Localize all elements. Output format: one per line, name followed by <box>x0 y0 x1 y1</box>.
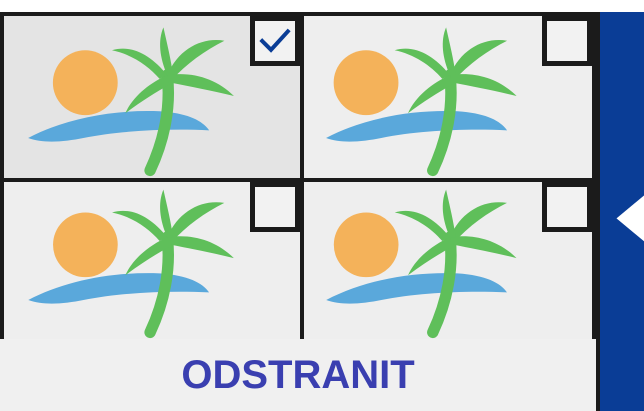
remove-button[interactable]: ODSTRANIT <box>0 339 596 411</box>
select-checkbox-2[interactable] <box>542 16 592 66</box>
photo-tile-4[interactable] <box>300 178 596 343</box>
photo-picker: ODSTRANIT <box>0 0 644 411</box>
side-panel-toggle[interactable] <box>596 12 644 411</box>
photo-tile-1[interactable] <box>0 12 304 182</box>
chevron-left-icon <box>616 195 644 242</box>
select-checkbox-3[interactable] <box>250 182 300 232</box>
checkmark-icon <box>259 28 291 53</box>
photo-tile-3[interactable] <box>0 178 304 343</box>
photo-tile-2[interactable] <box>300 12 596 182</box>
remove-button-label: ODSTRANIT <box>181 352 415 397</box>
select-checkbox-1[interactable] <box>250 16 300 66</box>
select-checkbox-4[interactable] <box>542 182 592 232</box>
